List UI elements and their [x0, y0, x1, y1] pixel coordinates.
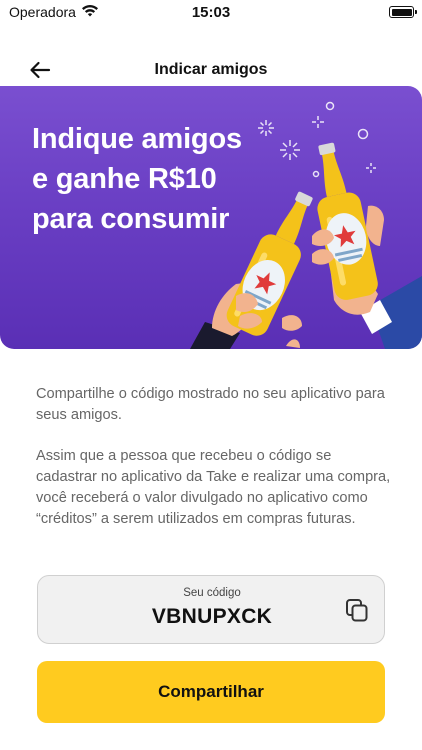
referral-code: VBNUPXCK: [151, 605, 273, 628]
promo-banner: Indique amigos e ganhe R$10 para consumi…: [0, 86, 422, 349]
description-paragraph-2: Assim que a pessoa que recebeu o código …: [36, 448, 391, 527]
status-time: 15:03: [191, 4, 231, 21]
banner-headline-line-1: Indique amigos: [32, 123, 242, 155]
code-label: Seu código: [183, 587, 241, 599]
share-button[interactable]: Compartilhar: [37, 661, 385, 723]
copy-icon: [346, 599, 368, 622]
navigation-bar: Indicar amigos: [0, 50, 422, 90]
copy-code-button[interactable]: [344, 597, 370, 623]
description-paragraph-1: Compartilhe o código mostrado no seu apl…: [36, 386, 385, 423]
page-title: Indicar amigos: [154, 61, 268, 78]
banner-headline: Indique amigos e ganhe R$10 para consumi…: [32, 119, 282, 239]
status-bar: Operadora 15:03: [0, 0, 422, 24]
battery-icon: [389, 6, 417, 18]
referral-code-box: Seu código VBNUPXCK: [37, 575, 385, 644]
banner-headline-line-3: para consumir: [32, 203, 230, 235]
banner-headline-line-2: e ganhe R$10: [32, 163, 217, 195]
